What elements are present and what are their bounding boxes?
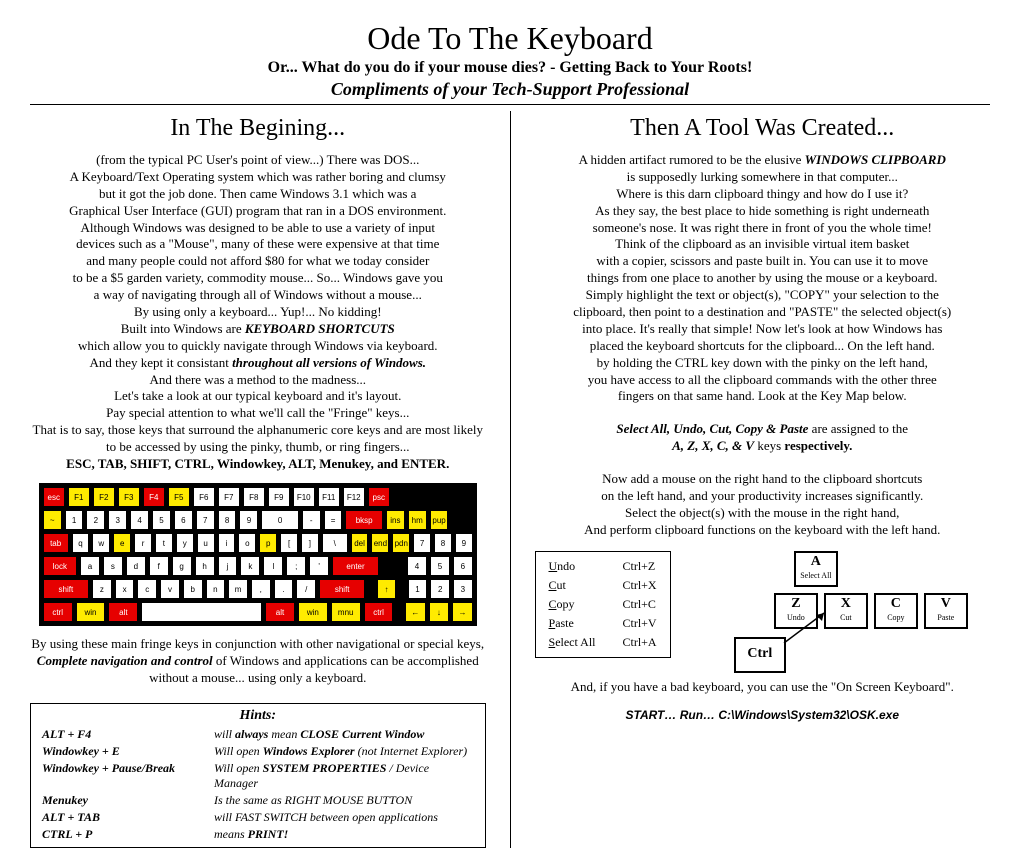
key-v: VPaste <box>924 593 968 629</box>
hints-title: Hints: <box>41 708 475 724</box>
arrow-icon <box>776 611 836 651</box>
left-body: (from the typical PC User's point of vie… <box>30 152 486 473</box>
shortcuts-box: UndoCtrl+ZCutCtrl+XCopyCtrl+CPasteCtrl+V… <box>535 551 671 658</box>
keyboard-diagram: escF1F2F3F4F5F6F7F8F9F10F11F12psc~123456… <box>39 483 477 626</box>
right-heading: Then A Tool Was Created... <box>535 115 991 142</box>
osk-note: And, if you have a bad keyboard, you can… <box>535 679 991 695</box>
left-closing: By using these main fringe keys in conju… <box>30 636 486 687</box>
page-title: Ode To The Keyboard <box>30 20 990 57</box>
key-a: ASelect All <box>794 551 838 587</box>
left-heading: In The Begining... <box>30 115 486 142</box>
key-diagram: ASelect All ZUndo XCut CCopy VPaste Ctrl <box>714 551 974 671</box>
right-body: A hidden artifact rumored to be the elus… <box>535 152 991 405</box>
osk-command: START… Run… C:\Windows\System32\OSK.exe <box>535 708 991 722</box>
hints-table: ALT + F4will always mean CLOSE Current W… <box>41 726 475 843</box>
page-subtitle: Or... What do you do if your mouse dies?… <box>30 59 990 77</box>
header-rule <box>30 104 990 105</box>
right-mouse-combo: Now add a mouse on the right hand to the… <box>535 471 991 539</box>
right-column: Then A Tool Was Created... A hidden arti… <box>535 111 991 848</box>
key-c: CCopy <box>874 593 918 629</box>
left-column: In The Begining... (from the typical PC … <box>30 111 486 848</box>
column-divider <box>510 111 511 848</box>
right-shortcut-assignment: Select All, Undo, Cut, Copy & Paste are … <box>535 421 991 455</box>
hints-box: Hints: ALT + F4will always mean CLOSE Cu… <box>30 703 486 848</box>
two-column-layout: In The Begining... (from the typical PC … <box>30 111 990 848</box>
shortcuts-table: UndoCtrl+ZCutCtrl+XCopyCtrl+CPasteCtrl+V… <box>546 556 660 653</box>
compliments-line: Compliments of your Tech-Support Profess… <box>30 79 990 100</box>
